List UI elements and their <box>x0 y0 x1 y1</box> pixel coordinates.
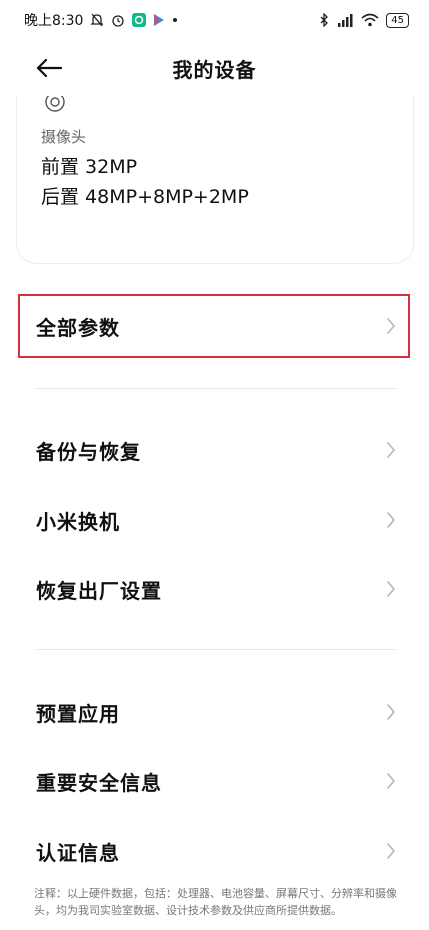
chevron-right-icon <box>386 704 396 720</box>
chevron-right-icon <box>386 512 396 528</box>
wifi-icon <box>361 13 379 27</box>
page-title: 我的设备 <box>172 58 257 82</box>
chevron-right-icon <box>386 773 396 789</box>
menu-item-label: 备份与恢复 <box>36 439 141 464</box>
top-app-bar: 我的设备 <box>0 40 429 96</box>
bluetooth-icon <box>319 13 329 27</box>
chevron-right-icon <box>386 581 396 597</box>
camera-spec-card: 摄像头 前置 32MP 后置 48MP+8MP+2MP <box>16 92 414 264</box>
status-bar-left: 晚上8:30 <box>24 10 178 30</box>
menu-item-factory-reset[interactable]: 恢复出厂设置 <box>18 558 410 620</box>
section-divider <box>36 388 396 389</box>
camera-label: 摄像头 <box>41 128 87 146</box>
mute-icon <box>90 13 105 27</box>
status-bar-right: 45 <box>319 12 409 28</box>
menu-item-safety-info[interactable]: 重要安全信息 <box>18 750 410 812</box>
menu-item-backup-restore[interactable]: 备份与恢复 <box>18 419 410 481</box>
chevron-right-icon <box>386 442 396 458</box>
menu-item-label: 认证信息 <box>36 840 120 865</box>
chevron-right-icon <box>386 318 396 334</box>
hardware-footnote: 注释：以上硬件数据，包括：处理器、电池容量、屏幕尺寸、分辨率和摄像头，均为我司实… <box>34 887 397 917</box>
status-time: 晚上8:30 <box>24 13 84 29</box>
play-store-icon <box>153 13 165 27</box>
alarm-icon <box>111 13 125 27</box>
menu-item-label: 重要安全信息 <box>36 770 162 795</box>
section-divider <box>36 649 396 650</box>
chevron-right-icon <box>386 843 396 859</box>
rear-camera-spec: 后置 48MP+8MP+2MP <box>41 186 249 208</box>
menu-item-preinstalled-apps[interactable]: 预置应用 <box>18 681 410 743</box>
battery-indicator: 45 <box>386 12 409 28</box>
menu-item-mi-mover[interactable]: 小米换机 <box>18 489 410 551</box>
menu-item-label: 恢复出厂设置 <box>36 578 162 603</box>
menu-item-label: 小米换机 <box>36 509 120 534</box>
menu-item-label: 预置应用 <box>36 701 120 726</box>
menu-item-all-params[interactable]: 全部参数 <box>18 294 410 358</box>
front-camera-spec: 前置 32MP <box>41 156 138 178</box>
menu-item-certification[interactable]: 认证信息 <box>18 820 410 882</box>
signal-icon <box>336 13 354 27</box>
camera-icon <box>43 92 67 116</box>
more-notifications-dot-icon <box>172 17 178 23</box>
app-notification-icon <box>132 13 147 27</box>
menu-item-label: 全部参数 <box>36 315 120 340</box>
status-bar: 晚上8:30 45 <box>0 0 429 40</box>
